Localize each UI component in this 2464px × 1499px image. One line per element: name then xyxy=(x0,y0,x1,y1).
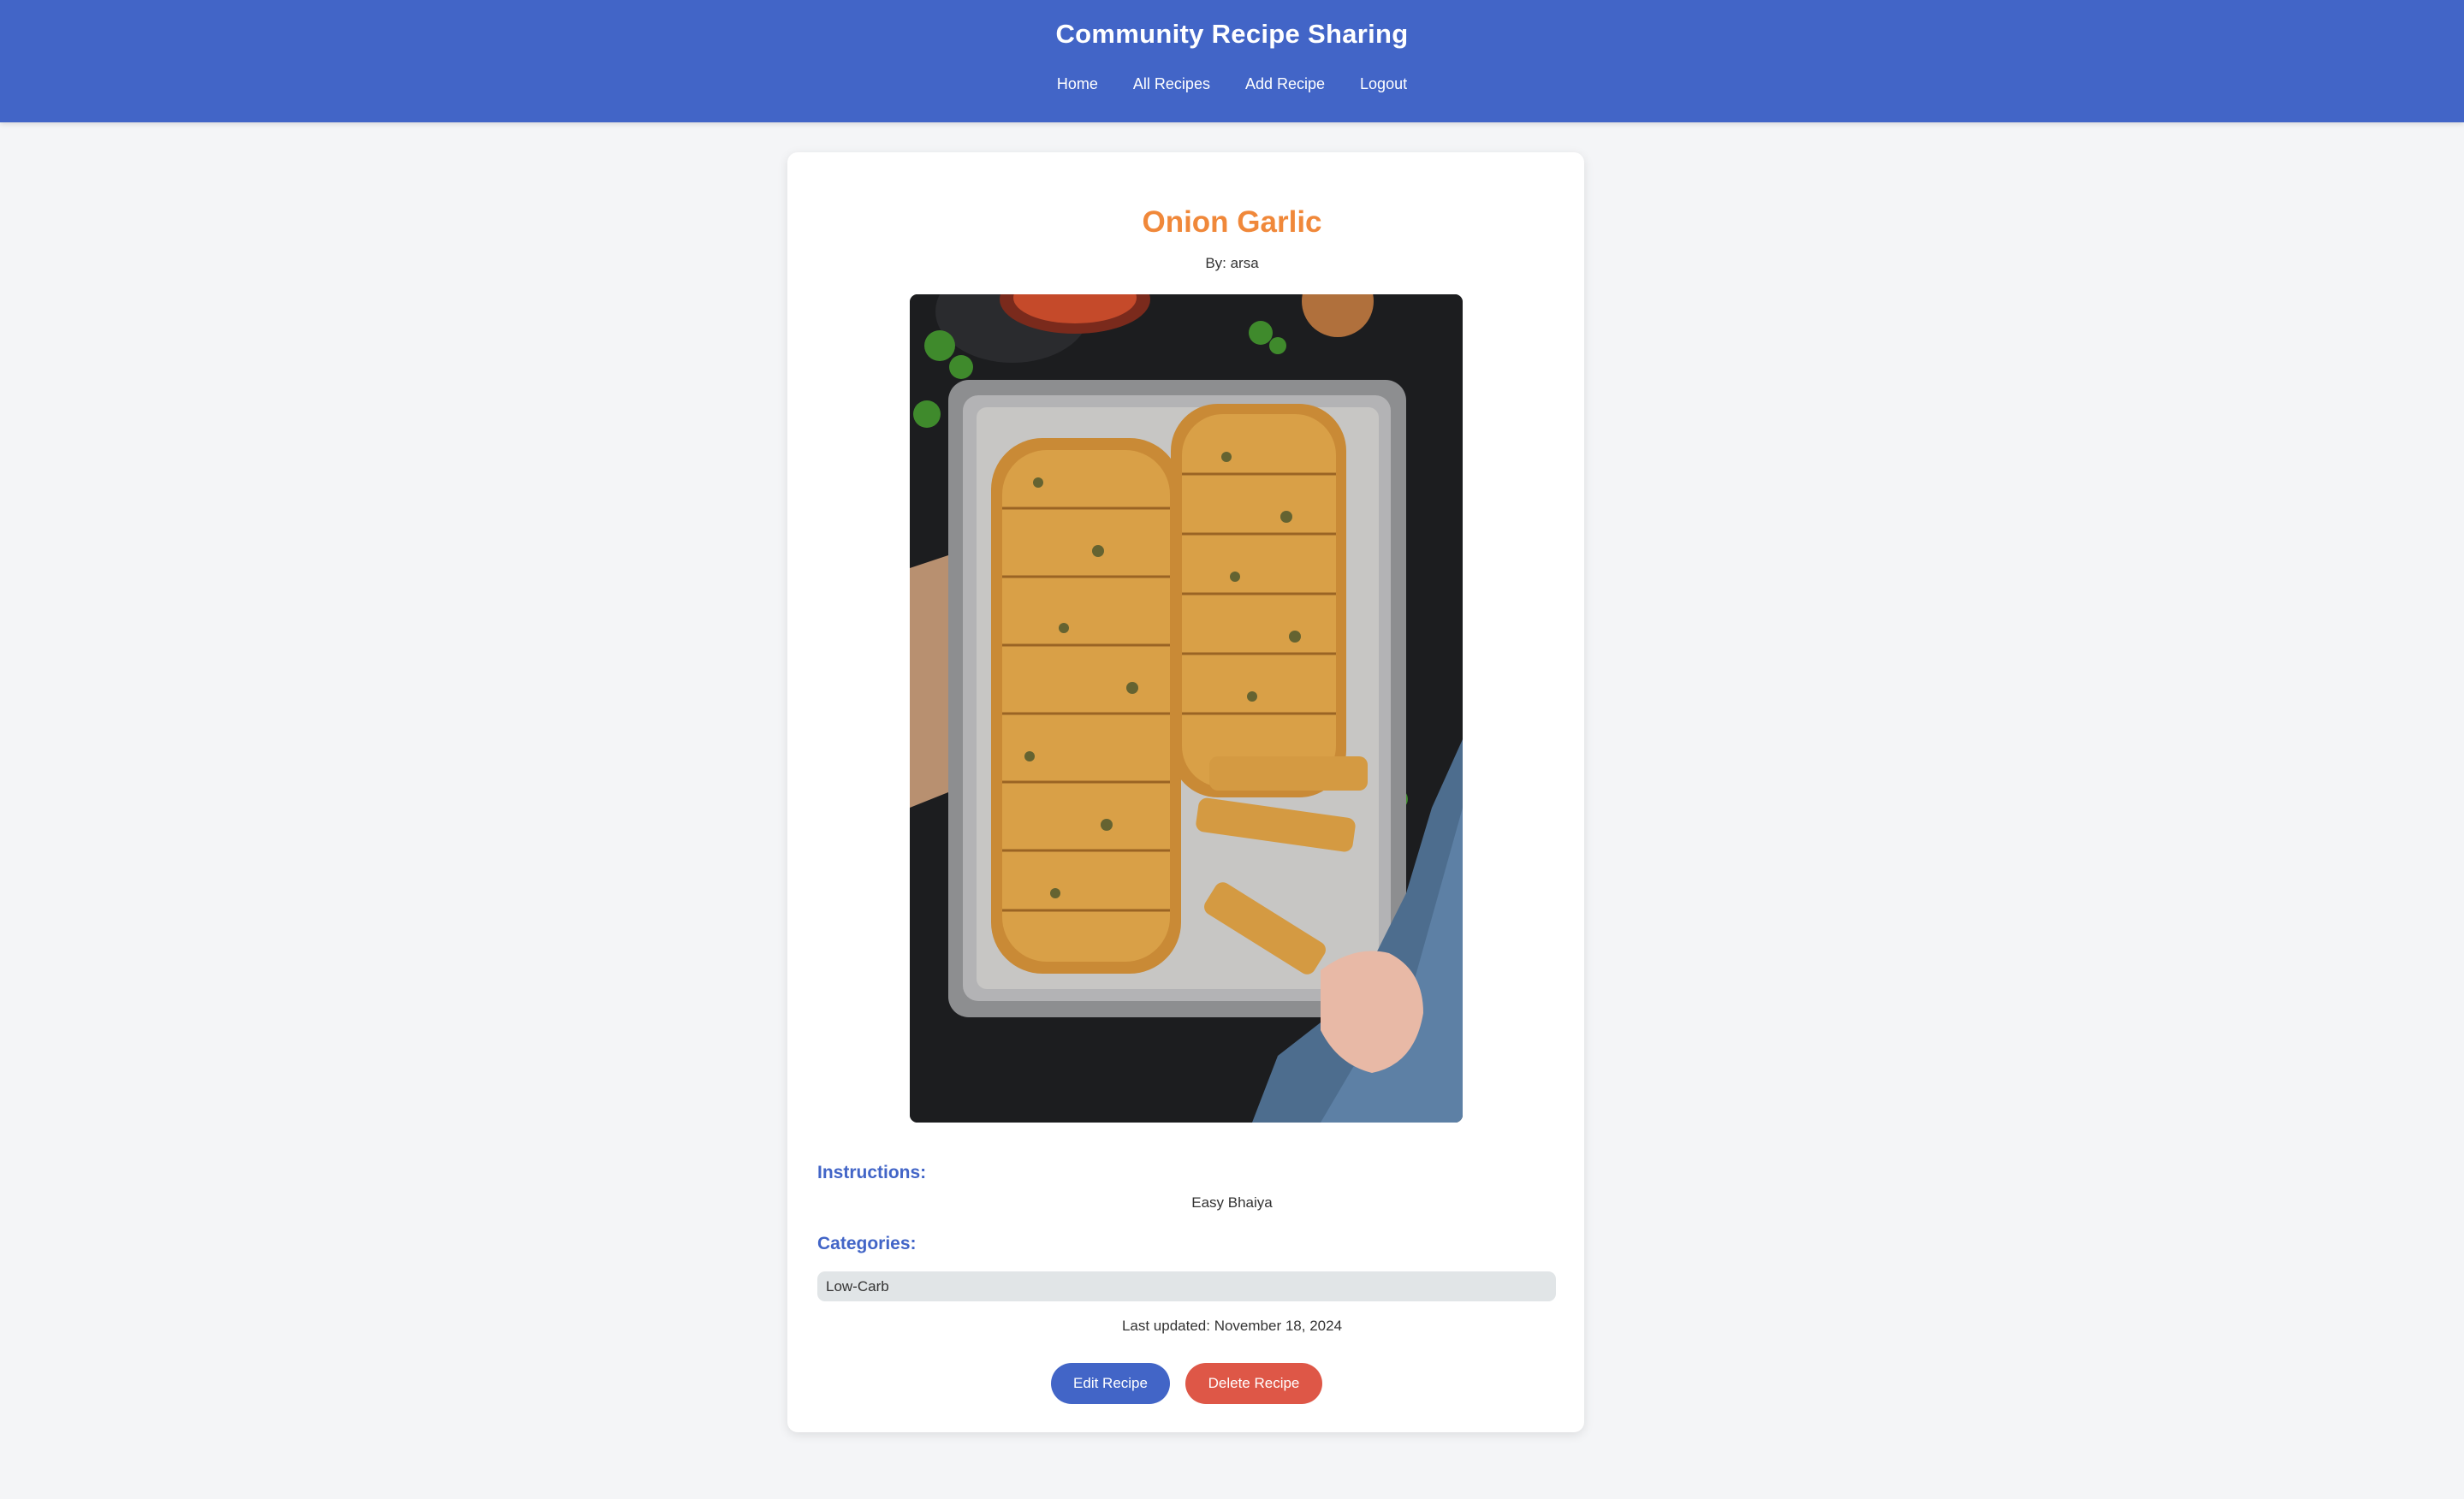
instructions-text: Easy Bhaiya xyxy=(1191,1194,1273,1211)
delete-recipe-button[interactable]: Delete Recipe xyxy=(1185,1363,1322,1404)
instructions-heading: Instructions: xyxy=(817,1163,927,1182)
nav-home-link[interactable]: Home xyxy=(1057,75,1098,93)
nav-add-recipe-link[interactable]: Add Recipe xyxy=(1245,75,1325,93)
category-tag: Low-Carb xyxy=(817,1271,1556,1301)
nav-all-recipes-link[interactable]: All Recipes xyxy=(1133,75,1210,93)
site-header: Community Recipe Sharing Home All Recipe… xyxy=(0,0,2464,122)
nav-logout-link[interactable]: Logout xyxy=(1360,75,1407,93)
categories-heading: Categories: xyxy=(817,1234,917,1253)
site-title: Community Recipe Sharing xyxy=(1055,19,1409,49)
recipe-image xyxy=(910,294,1463,1123)
recipe-author: By: arsa xyxy=(1205,255,1259,271)
recipe-title: Onion Garlic xyxy=(1142,205,1322,239)
edit-recipe-button[interactable]: Edit Recipe xyxy=(1051,1363,1170,1404)
main-nav: Home All Recipes Add Recipe Logout xyxy=(0,75,2464,93)
last-updated-text: Last updated: November 18, 2024 xyxy=(1121,1318,1343,1334)
